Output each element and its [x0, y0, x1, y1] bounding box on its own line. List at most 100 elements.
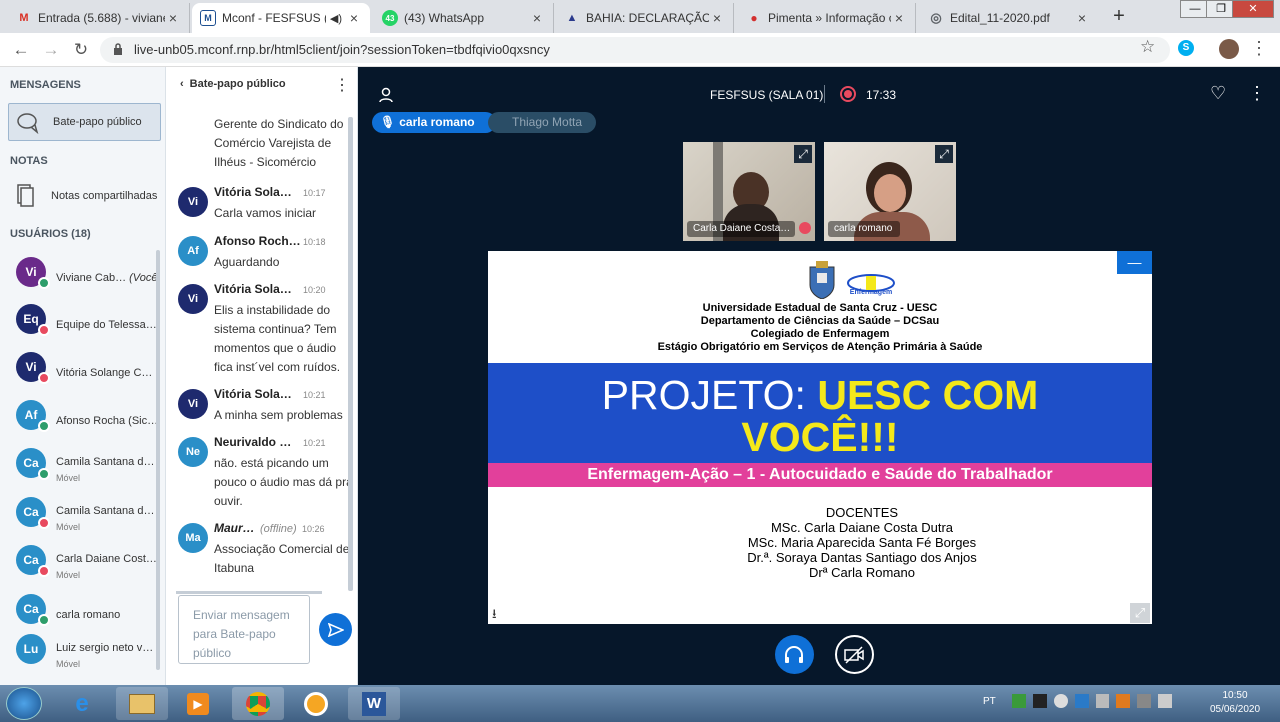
- tab-gmail[interactable]: M Entrada (5.688) - viviane ×: [8, 3, 190, 33]
- minimize-presentation-button[interactable]: —: [1117, 251, 1152, 274]
- docente-name: MSc. Maria Aparecida Santa Fé Borges: [747, 535, 977, 550]
- options-menu-icon[interactable]: ⋮: [1248, 83, 1266, 104]
- webcam-name-label: Carla Daiane Costa…: [687, 221, 795, 237]
- send-message-button[interactable]: [319, 613, 352, 646]
- chat-scrollbar[interactable]: [348, 117, 353, 591]
- skype-extension-icon[interactable]: S: [1178, 40, 1194, 56]
- message-text: A minha sem problemas: [214, 408, 343, 422]
- download-icon[interactable]: ⭳: [492, 605, 497, 627]
- close-icon[interactable]: ×: [165, 10, 181, 26]
- presentation-slide[interactable]: — Enfermagem Universidade Estadual de Sa…: [488, 251, 1152, 624]
- close-icon[interactable]: ×: [709, 10, 725, 26]
- close-icon[interactable]: ×: [346, 10, 362, 26]
- fullscreen-icon[interactable]: ⤢: [1130, 603, 1150, 623]
- browser-menu-icon[interactable]: ⋮: [1250, 38, 1268, 59]
- tab-whatsapp[interactable]: 43 (43) WhatsApp ×: [374, 3, 554, 33]
- back-button[interactable]: ←: [10, 39, 32, 61]
- network-icon[interactable]: [1053, 694, 1068, 708]
- public-chat-item[interactable]: Bate-papo público: [8, 103, 161, 141]
- display-icon[interactable]: [1137, 694, 1152, 708]
- message-time: 10:20: [303, 285, 326, 295]
- record-icon[interactable]: [840, 86, 856, 102]
- chat-message-input[interactable]: Enviar mensagem para Bate-papo público: [178, 595, 310, 664]
- address-bar[interactable]: live-unb05.mconf.rnp.br/html5client/join…: [100, 37, 1170, 63]
- docentes-title: DOCENTES: [825, 505, 899, 520]
- user-name: Camila Santana d…: [56, 505, 156, 517]
- webcam-tile[interactable]: ⤢ carla romano: [824, 142, 956, 241]
- chat-options-icon[interactable]: ⋮: [334, 75, 350, 95]
- user-list-item[interactable]: ViViviane Cab…(Você): [0, 257, 160, 301]
- slide-header-line: Estágio Obrigatório em Serviços de Atenç…: [657, 341, 983, 353]
- forward-button[interactable]: →: [40, 39, 62, 61]
- shared-notes-item[interactable]: Notas compartilhadas: [8, 177, 161, 213]
- headphones-icon: [785, 646, 803, 663]
- user-list-item[interactable]: Eq Equipe do Telessa…: [0, 304, 160, 348]
- slide-header: Universidade Estadual de Santa Cruz - UE…: [488, 302, 1152, 354]
- user-name: Equipe do Telessa…: [56, 319, 156, 331]
- user-list-item[interactable]: Ca Carla Daiane Cost… Móvel: [0, 545, 160, 589]
- chat-back-button[interactable]: ‹ Bate-papo público: [180, 78, 286, 90]
- user-list-item[interactable]: Lu Luiz sergio neto v… Móvel: [0, 634, 160, 678]
- start-button[interactable]: [6, 687, 42, 720]
- camera-button[interactable]: [835, 635, 874, 674]
- expand-icon[interactable]: ⤢: [794, 145, 812, 163]
- message-text: não. está picando um pouco o áudio mas d…: [214, 456, 353, 508]
- user-list-item[interactable]: Ca carla romano: [0, 594, 160, 638]
- project-title-highlight: VOCÊ!!!: [741, 414, 899, 460]
- message-avatar: Af: [178, 236, 208, 266]
- tab-mconf[interactable]: M Mconf - FESFSUS (S ◀) ×: [192, 3, 370, 33]
- talking-indicator[interactable]: 🎙 carla romano: [372, 112, 496, 133]
- user-status-icon: [38, 372, 50, 384]
- clock[interactable]: 10:50 05/06/2020: [1200, 689, 1270, 717]
- talking-indicator[interactable]: Thiago Motta: [488, 112, 596, 133]
- user-list-item[interactable]: Ca Camila Santana d… Móvel: [0, 448, 160, 492]
- chrome-icon[interactable]: [232, 687, 284, 720]
- close-icon[interactable]: ×: [1074, 10, 1090, 26]
- audio-button[interactable]: [775, 635, 814, 674]
- security-icon[interactable]: [1012, 694, 1026, 708]
- message-avatar: Ma: [178, 523, 208, 553]
- profile-avatar[interactable]: [1219, 39, 1239, 59]
- close-icon[interactable]: ×: [529, 10, 545, 26]
- user-list-item[interactable]: Af Afonso Rocha (Sic…: [0, 400, 160, 444]
- close-icon[interactable]: ×: [891, 10, 907, 26]
- flag-icon[interactable]: [1095, 694, 1110, 708]
- tab-bahia[interactable]: ▲ BAHIA: DECLARAÇÃO D ×: [556, 3, 734, 33]
- user-status-icon: [38, 517, 50, 529]
- message-author: Neurivaldo …: [214, 435, 292, 449]
- tab-pimenta[interactable]: ● Pimenta » Informação c ×: [738, 3, 916, 33]
- file-explorer-icon[interactable]: [116, 687, 168, 720]
- user-status-icon: [38, 277, 50, 289]
- volume-icon[interactable]: [1158, 694, 1172, 708]
- chat-hscrollbar[interactable]: [176, 591, 322, 594]
- word-icon[interactable]: W: [348, 687, 400, 720]
- tab-title: Entrada (5.688) - viviane: [38, 11, 165, 25]
- new-tab-button[interactable]: +: [1106, 5, 1132, 29]
- bluetooth-icon[interactable]: [1074, 694, 1089, 708]
- user-list-item[interactable]: Vi Vitória Solange C…: [0, 352, 160, 396]
- chat-title: Bate-papo público: [189, 78, 286, 90]
- webcam-tile[interactable]: ⤢ Carla Daiane Costa…: [683, 142, 815, 241]
- lock-icon[interactable]: [113, 43, 123, 55]
- bookmark-star-icon[interactable]: ☆: [1140, 37, 1155, 57]
- speaker-icon[interactable]: ◀): [330, 12, 342, 25]
- app-icon[interactable]: [290, 687, 342, 720]
- reload-button[interactable]: ↻: [70, 39, 92, 61]
- webcam-person: [874, 174, 906, 212]
- media-player-icon[interactable]: ▶: [172, 687, 224, 720]
- user-icon[interactable]: [378, 87, 394, 103]
- message-avatar: Vi: [178, 389, 208, 419]
- update-icon[interactable]: [1116, 694, 1131, 708]
- user-device-label: Móvel: [56, 659, 81, 669]
- user-name: Luiz sergio neto v…: [56, 642, 156, 654]
- project-title-band: PROJETO: UESC COM VOCÊ!!!: [488, 363, 1152, 463]
- language-indicator[interactable]: PT: [983, 696, 996, 707]
- expand-icon[interactable]: ⤢: [935, 145, 953, 163]
- internet-explorer-icon[interactable]: e: [56, 687, 108, 720]
- talker-name: carla romano: [399, 115, 475, 129]
- heart-icon[interactable]: ♡: [1210, 83, 1226, 104]
- user-list-item[interactable]: Ca Camila Santana d… Móvel: [0, 497, 160, 541]
- tab-edital[interactable]: ◎ Edital_11-2020.pdf ×: [920, 3, 1098, 33]
- monitor-icon[interactable]: [1032, 694, 1047, 708]
- close-window-button[interactable]: ✕: [1232, 0, 1274, 18]
